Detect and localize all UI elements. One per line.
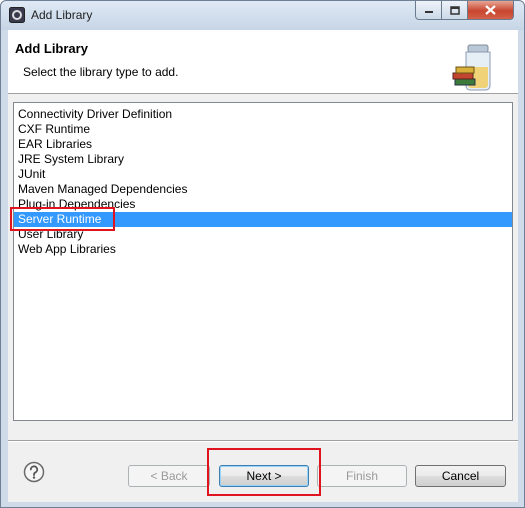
list-item[interactable]: Web App Libraries [14, 242, 512, 257]
close-button[interactable] [468, 1, 514, 20]
button-bar-separator [8, 440, 518, 442]
finish-button[interactable]: Finish [317, 465, 407, 487]
library-jar-books-icon [452, 44, 491, 91]
list-item[interactable]: Plug-in Dependencies [14, 197, 512, 212]
help-icon[interactable] [23, 461, 45, 483]
close-icon [485, 5, 496, 15]
eclipse-icon [9, 7, 25, 23]
dialog-body: Add Library Select the library type to a… [8, 30, 518, 502]
page-title: Add Library [15, 41, 88, 56]
minimize-button[interactable] [415, 1, 442, 20]
list-item[interactable]: CXF Runtime [14, 122, 512, 137]
list-item[interactable]: EAR Libraries [14, 137, 512, 152]
list-item[interactable]: JUnit [14, 167, 512, 182]
wizard-header: Add Library Select the library type to a… [8, 30, 518, 94]
minimize-icon [424, 11, 433, 13]
library-type-list[interactable]: Connectivity Driver Definition CXF Runti… [13, 102, 513, 421]
list-item[interactable]: Connectivity Driver Definition [14, 107, 512, 122]
maximize-icon [449, 5, 460, 15]
list-item[interactable]: User Library [14, 227, 512, 242]
next-button[interactable]: Next > [219, 465, 309, 487]
back-button[interactable]: < Back [128, 465, 210, 487]
window-title: Add Library [31, 8, 93, 22]
list-item[interactable]: JRE System Library [14, 152, 512, 167]
cancel-button[interactable]: Cancel [415, 465, 506, 487]
add-library-dialog: Add Library Add Library Select the libra… [0, 0, 525, 508]
maximize-button[interactable] [442, 1, 468, 20]
list-item-selected[interactable]: Server Runtime [14, 212, 512, 227]
list-item[interactable]: Maven Managed Dependencies [14, 182, 512, 197]
title-bar[interactable]: Add Library [1, 1, 524, 30]
page-description: Select the library type to add. [23, 65, 179, 79]
